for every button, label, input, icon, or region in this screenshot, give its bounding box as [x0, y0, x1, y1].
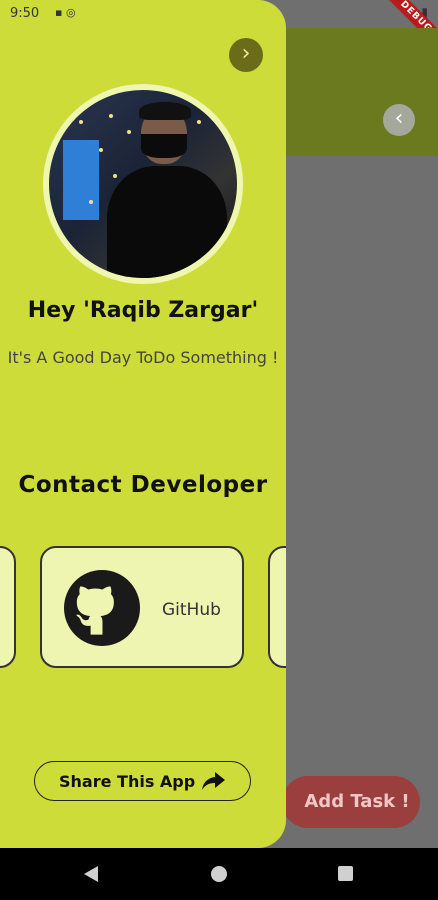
share-app-button[interactable]: Share This App: [34, 761, 251, 801]
greeting-text: Hey 'Raqib Zargar': [27, 298, 259, 323]
contact-developer-title: Contact Developer: [18, 472, 268, 498]
add-task-button[interactable]: Add Task !: [282, 776, 420, 828]
github-contact-card[interactable]: GitHub: [40, 546, 244, 668]
share-arrow-icon: [202, 772, 225, 790]
profile-photo: [49, 90, 237, 278]
navigation-drawer: 9:50 ▪ ◎ › Hey 'Raqib Zargar' It's A Goo…: [0, 0, 286, 848]
avatar: [43, 84, 243, 284]
contact-card-previous[interactable]: [0, 546, 16, 668]
nav-recents-icon[interactable]: [338, 866, 353, 881]
chevron-left-icon[interactable]: ‹: [383, 104, 415, 136]
system-navigation-bar: [0, 848, 438, 900]
chevron-right-icon[interactable]: ›: [229, 38, 263, 72]
contact-card-next[interactable]: [268, 546, 286, 668]
github-icon: [64, 570, 140, 646]
nav-back-icon[interactable]: [84, 866, 98, 882]
status-icons: ▪ ◎: [55, 6, 76, 19]
nav-home-icon[interactable]: [211, 866, 227, 882]
github-label: GitHub: [162, 600, 221, 620]
status-time: 9:50: [10, 6, 40, 21]
share-button-label: Share This App: [59, 772, 196, 791]
tagline-text: It's A Good Day ToDo Something !: [7, 348, 279, 367]
